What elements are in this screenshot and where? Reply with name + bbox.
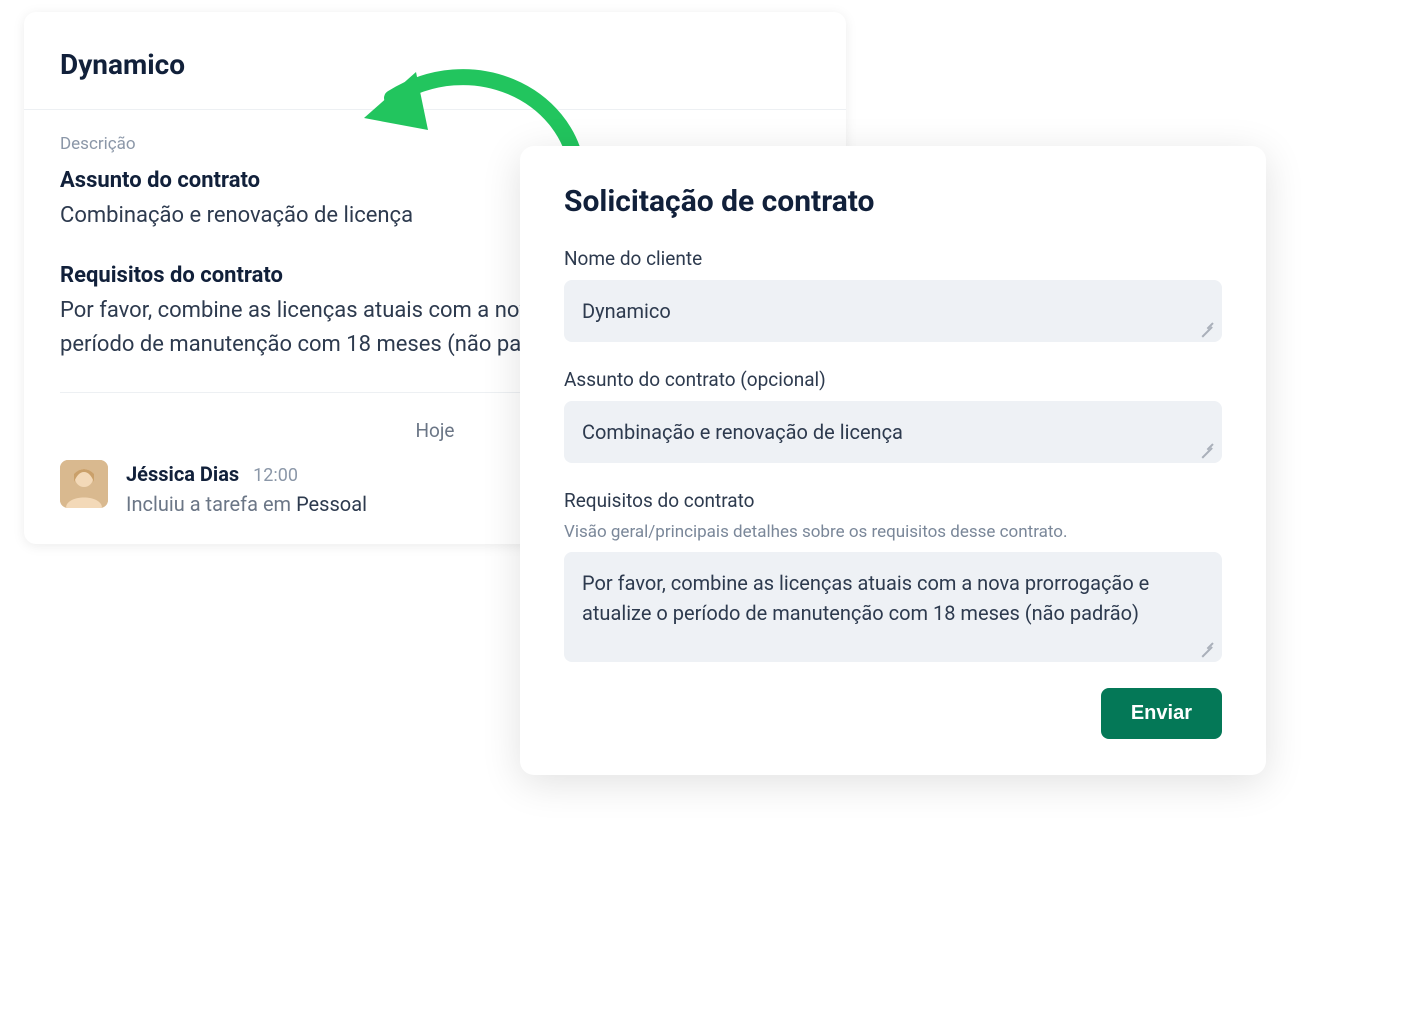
client-name-input[interactable]: Dynamico: [564, 280, 1222, 342]
submit-button[interactable]: Enviar: [1101, 688, 1222, 739]
divider: [24, 109, 846, 110]
activity-action-prefix: Incluiu a tarefa em: [126, 492, 296, 516]
resize-grip-icon[interactable]: [1200, 640, 1214, 654]
form-title: Solicitação de contrato: [564, 184, 1222, 219]
activity-text: Jéssica Dias 12:00 Incluiu a tarefa em P…: [126, 460, 367, 516]
avatar: [60, 460, 108, 508]
activity-action-target: Pessoal: [296, 492, 367, 516]
client-name-label: Nome do cliente: [564, 247, 1222, 270]
client-name-field-group: Nome do cliente Dynamico: [564, 247, 1222, 342]
requirements-value: Por favor, combine as licenças atuais co…: [582, 571, 1149, 625]
activity-user-name: Jéssica Dias: [126, 462, 239, 486]
resize-grip-icon[interactable]: [1200, 320, 1214, 334]
requirements-textarea[interactable]: Por favor, combine as licenças atuais co…: [564, 552, 1222, 662]
client-name-value: Dynamico: [582, 299, 671, 323]
subject-label: Assunto do contrato (opcional): [564, 368, 1222, 391]
activity-time: 12:00: [253, 465, 298, 486]
requirements-field-group: Requisitos do contrato Visão geral/princ…: [564, 489, 1222, 662]
contract-request-form: Solicitação de contrato Nome do cliente …: [520, 146, 1266, 775]
submit-row: Enviar: [564, 688, 1222, 739]
resize-grip-icon[interactable]: [1200, 441, 1214, 455]
task-title: Dynamico: [60, 48, 810, 81]
subject-value: Combinação e renovação de licença: [582, 420, 903, 444]
subject-field-group: Assunto do contrato (opcional) Combinaçã…: [564, 368, 1222, 463]
activity-action: Incluiu a tarefa em Pessoal: [126, 492, 367, 516]
requirements-helper: Visão geral/principais detalhes sobre os…: [564, 522, 1222, 542]
requirements-label: Requisitos do contrato: [564, 489, 1222, 512]
subject-input[interactable]: Combinação e renovação de licença: [564, 401, 1222, 463]
